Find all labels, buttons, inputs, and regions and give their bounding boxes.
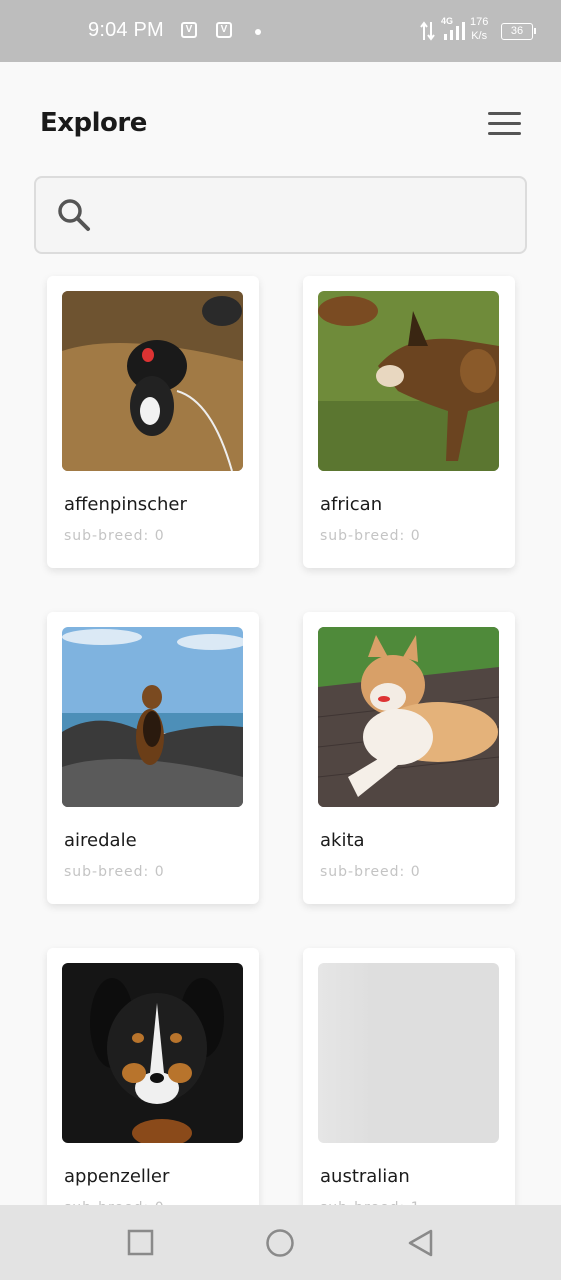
speed-unit: K/s <box>471 30 488 42</box>
more-notifications-dot <box>255 29 261 35</box>
network-speed: 176 K/s <box>470 15 488 43</box>
sub-breed-count: sub-breed: 0 <box>64 864 165 880</box>
sub-breed-count: sub-breed: 0 <box>320 528 421 544</box>
signal-icon <box>444 22 465 40</box>
breed-name: airedale <box>64 830 137 851</box>
breed-card[interactable]: affenpinscher sub-breed: 0 <box>47 276 259 568</box>
sub-breed-count: sub-breed: 0 <box>320 864 421 880</box>
breed-card[interactable]: airedale sub-breed: 0 <box>47 612 259 904</box>
notification-icon: V <box>216 22 232 38</box>
breed-card[interactable]: african sub-breed: 0 <box>303 276 515 568</box>
breed-card[interactable]: appenzeller sub-breed: 0 <box>47 948 259 1240</box>
speed-value: 176 <box>470 16 489 28</box>
breed-card[interactable]: australian sub-breed: 1 <box>303 948 515 1240</box>
breed-name: african <box>320 494 383 515</box>
app-header: Explore <box>0 62 561 172</box>
breed-name: appenzeller <box>64 1166 170 1187</box>
breed-image <box>318 291 499 471</box>
breed-image <box>62 963 243 1143</box>
breed-image <box>318 627 499 807</box>
search-icon <box>58 199 90 231</box>
sub-breed-count: sub-breed: 0 <box>64 528 165 544</box>
battery-icon: 36 <box>501 23 536 40</box>
breed-card[interactable]: akita sub-breed: 0 <box>303 612 515 904</box>
image-placeholder <box>318 963 499 1143</box>
breed-image <box>62 291 243 471</box>
status-bar: 9:04 PM V V 4G 176 K/s 36 <box>0 0 561 62</box>
breed-name: affenpinscher <box>64 494 187 515</box>
search-bar[interactable] <box>34 176 527 254</box>
back-icon[interactable] <box>407 1229 435 1257</box>
breed-image <box>62 627 243 807</box>
status-time: 9:04 PM <box>88 19 164 41</box>
home-icon[interactable] <box>265 1229 295 1259</box>
data-transfer-icon <box>420 21 435 41</box>
search-input[interactable] <box>106 196 506 234</box>
hamburger-menu-icon[interactable] <box>486 110 522 138</box>
system-nav-bar <box>0 1205 561 1280</box>
page-title: Explore <box>40 108 147 138</box>
recent-apps-icon[interactable] <box>127 1229 155 1257</box>
breed-name: akita <box>320 830 365 851</box>
notification-icon: V <box>181 22 197 38</box>
breed-name: australian <box>320 1166 410 1187</box>
